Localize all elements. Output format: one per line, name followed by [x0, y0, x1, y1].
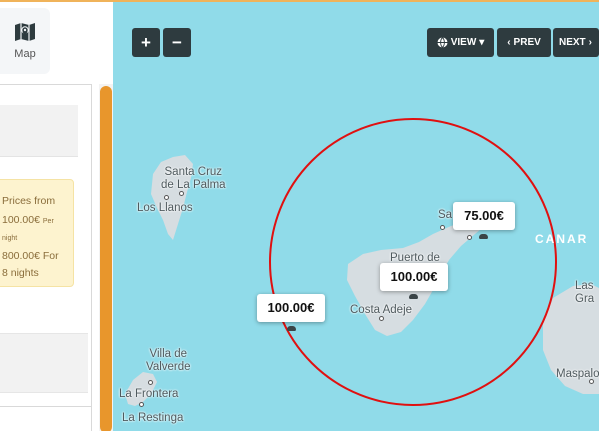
price-nights: 8 nights [2, 267, 39, 279]
place-label-line: de La Palma [161, 179, 226, 191]
property-card[interactable]: Prices from 100.00€ Per night 800.00€ Fo… [0, 84, 92, 431]
chevron-left-icon: ‹ [507, 37, 511, 48]
price-per: Per [42, 218, 54, 225]
place-santa-cruz-tenerife: Sa [438, 209, 453, 221]
price-line-1: Prices from [2, 195, 56, 207]
prev-button[interactable]: ‹ PREV [497, 28, 551, 57]
place-label-line: Valverde [146, 361, 191, 373]
caret-down-icon: ▾ [479, 37, 485, 48]
zoom-out-button[interactable]: − [163, 28, 191, 57]
price-line-2: 100.00€ Per [2, 213, 69, 229]
place-marker-dot [379, 316, 384, 321]
property-card-next[interactable] [0, 406, 92, 431]
prev-button-label: PREV [513, 37, 541, 48]
price-from: 100.00€ [2, 214, 40, 226]
place-marker-dot [440, 225, 445, 230]
view-button[interactable]: VIEW ▾ [427, 28, 494, 57]
scrollbar-thumb[interactable] [100, 86, 112, 431]
marker-pin [479, 234, 488, 239]
place-marker-dot [139, 402, 144, 407]
place-label-line: Santa Cruz [164, 166, 223, 178]
map-icon [15, 23, 35, 41]
place-marker-dot [467, 235, 472, 240]
view-button-label: VIEW [450, 37, 477, 48]
next-button-label: NEXT [559, 37, 586, 48]
place-label-line: Las [575, 280, 594, 292]
map-canvas[interactable]: Santa Cruz de La Palma Los Llanos Villa … [113, 2, 599, 431]
place-los-llanos: Los Llanos [137, 202, 193, 214]
place-label-line: Villa de [149, 348, 188, 360]
price-info: Prices from 100.00€ Per night 800.00€ Fo… [0, 179, 74, 287]
marker-pin [409, 294, 418, 299]
place-marker-dot [164, 195, 169, 200]
globe-icon [437, 37, 448, 48]
place-villa-de-valverde: Villa de Valverde [146, 348, 191, 374]
place-marker-dot [148, 380, 153, 385]
place-la-restinga: La Restinga [122, 412, 184, 424]
place-santa-cruz-la-palma: Santa Cruz de La Palma [161, 166, 226, 192]
zoom-in-button[interactable]: + [132, 28, 160, 57]
place-la-frontera: La Frontera [119, 388, 179, 400]
chevron-right-icon: › [588, 37, 593, 48]
price-total: 800.00€ For [2, 250, 59, 262]
map-tab-label: Map [14, 48, 36, 60]
place-marker-dot [589, 379, 594, 384]
price-marker[interactable]: 75.00€ [453, 202, 515, 230]
card-header [0, 105, 78, 157]
next-button[interactable]: NEXT › [553, 28, 599, 57]
marker-pin [287, 326, 296, 331]
sea-label-canarias: CANAR [535, 232, 589, 246]
sidebar: Map Prices from 100.00€ Per night 800.00… [0, 2, 113, 431]
price-marker[interactable]: 100.00€ [380, 263, 448, 291]
map-tab[interactable]: Map [0, 8, 50, 74]
price-night: night [2, 235, 18, 242]
place-las-palmas: Las Gra [575, 280, 594, 306]
place-marker-dot [179, 191, 184, 196]
place-label-line: Gra [575, 293, 595, 305]
card-footer [0, 333, 88, 393]
price-marker[interactable]: 100.00€ [257, 294, 325, 322]
